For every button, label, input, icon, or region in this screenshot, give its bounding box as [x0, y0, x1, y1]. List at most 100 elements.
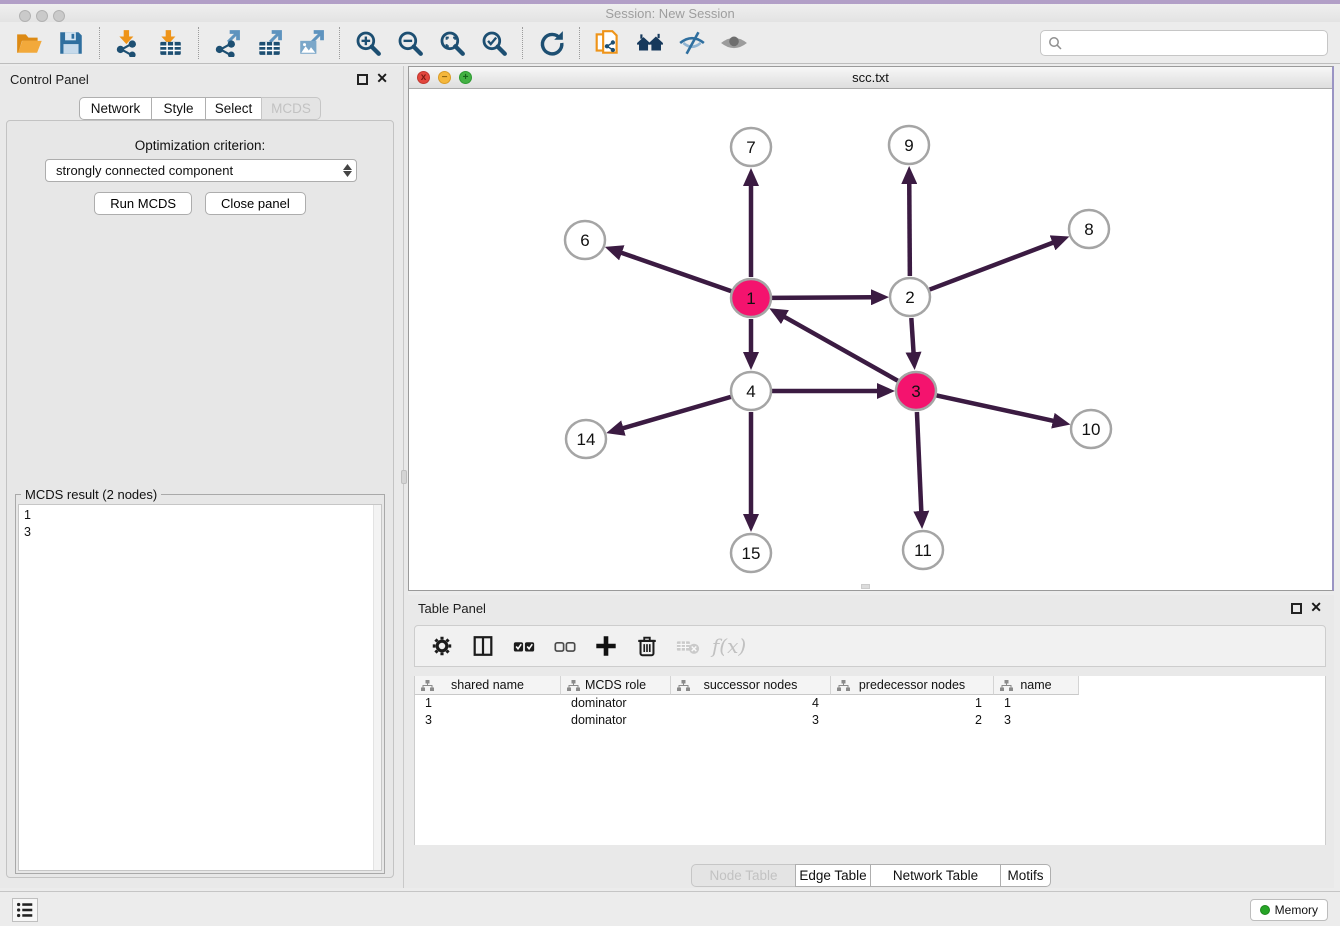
search-icon — [1048, 36, 1062, 50]
svg-text:6: 6 — [580, 231, 589, 250]
tab-network-table[interactable]: Network Table — [870, 864, 1001, 887]
search-input[interactable] — [1062, 31, 1327, 55]
svg-text:10: 10 — [1082, 420, 1101, 439]
table-cell[interactable]: dominator — [561, 712, 671, 729]
graph-edge-4-14[interactable] — [622, 397, 731, 429]
column-header-predecessor-nodes[interactable]: predecessor nodes — [831, 676, 994, 695]
zoom-selected-icon[interactable] — [479, 28, 509, 58]
graph-node-1[interactable]: 1 — [731, 279, 771, 317]
network-canvas[interactable]: 7 9 6 8 1 2 4 3 14 10 15 11 — [409, 89, 1332, 590]
table-cell[interactable]: 3 — [671, 712, 831, 729]
export-image-icon[interactable] — [296, 28, 326, 58]
column-header-shared-name[interactable]: shared name — [415, 676, 561, 695]
graph-node-11[interactable]: 11 — [903, 531, 943, 569]
mcds-result-text[interactable]: 1 3 — [18, 504, 382, 871]
show-panels-icon[interactable] — [719, 28, 749, 58]
graph-node-7[interactable]: 7 — [731, 128, 771, 166]
deselect-all-icon[interactable] — [552, 633, 578, 659]
show-columns-icon[interactable] — [470, 633, 496, 659]
graph-node-2[interactable]: 2 — [890, 278, 930, 316]
run-mcds-button[interactable]: Run MCDS — [94, 192, 192, 215]
sort-tree-icon — [837, 680, 850, 695]
table-cell[interactable]: 3 — [994, 712, 1079, 729]
column-header-MCDS-role[interactable]: MCDS role — [561, 676, 671, 695]
close-panel-button[interactable]: Close panel — [205, 192, 306, 215]
tab-network[interactable]: Network — [79, 97, 152, 120]
svg-text:9: 9 — [904, 136, 913, 155]
export-network-icon[interactable] — [212, 28, 242, 58]
search-box[interactable] — [1040, 30, 1328, 56]
graph-node-10[interactable]: 10 — [1071, 410, 1111, 448]
float-panel-icon[interactable] — [357, 74, 368, 85]
table-float-panel-icon[interactable] — [1291, 603, 1302, 614]
tab-node-table[interactable]: Node Table — [691, 864, 796, 887]
graph-edge-3-1[interactable] — [783, 316, 897, 381]
zoom-fit-icon[interactable] — [437, 28, 467, 58]
criterion-dropdown-value: strongly connected component — [46, 163, 338, 178]
select-all-icon[interactable] — [511, 633, 537, 659]
view-resize-grip[interactable] — [861, 584, 870, 589]
tab-mcds[interactable]: MCDS — [261, 97, 321, 120]
memory-button[interactable]: Memory — [1250, 899, 1328, 921]
table-row[interactable]: 1dominator411 — [415, 695, 1325, 712]
column-header-name[interactable]: name — [994, 676, 1079, 695]
graph-edge-1-2[interactable] — [772, 297, 873, 298]
graph-edge-3-10[interactable] — [937, 395, 1055, 421]
tab-edge-table[interactable]: Edge Table — [795, 864, 871, 887]
save-session-icon[interactable] — [56, 28, 86, 58]
zoom-in-icon[interactable] — [353, 28, 383, 58]
delete-row-icon[interactable] — [634, 633, 660, 659]
add-row-icon[interactable] — [593, 633, 619, 659]
tab-select[interactable]: Select — [205, 97, 262, 120]
table-close-panel-icon[interactable]: ✕ — [1310, 599, 1322, 616]
duplicate-network-icon[interactable] — [593, 28, 623, 58]
result-scrollbar[interactable] — [373, 505, 381, 870]
splitter-grip[interactable] — [401, 470, 407, 484]
network-graph[interactable]: 7 9 6 8 1 2 4 3 14 10 15 11 — [409, 89, 1332, 590]
table-header-row: shared nameMCDS rolesuccessor nodesprede… — [415, 676, 1325, 695]
column-header-successor-nodes[interactable]: successor nodes — [671, 676, 831, 695]
table-cell[interactable]: 1 — [415, 695, 561, 712]
graph-node-4[interactable]: 4 — [731, 372, 771, 410]
tab-style[interactable]: Style — [151, 97, 206, 120]
network-view-title: scc.txt — [409, 70, 1332, 85]
table-cell[interactable]: 3 — [415, 712, 561, 729]
graph-node-14[interactable]: 14 — [566, 420, 606, 458]
table-cell[interactable]: 2 — [831, 712, 994, 729]
svg-text:7: 7 — [746, 138, 755, 157]
graph-node-15[interactable]: 15 — [731, 534, 771, 572]
status-bar: Memory — [0, 891, 1340, 926]
graph-edge-2-9[interactable] — [909, 182, 910, 276]
table-row[interactable]: 3dominator323 — [415, 712, 1325, 729]
import-table-icon[interactable] — [155, 28, 185, 58]
panel-splitter[interactable] — [400, 66, 408, 888]
graph-edge-1-6[interactable] — [620, 252, 731, 291]
settings-icon[interactable] — [429, 633, 455, 659]
graph-edge-3-11[interactable] — [917, 412, 921, 513]
table-tabs: Node TableEdge TableNetwork TableMotifs — [408, 864, 1334, 887]
close-panel-icon[interactable]: ✕ — [376, 70, 388, 87]
graph-node-6[interactable]: 6 — [565, 221, 605, 259]
svg-text:14: 14 — [577, 430, 596, 449]
sort-tree-icon — [1000, 680, 1013, 695]
table-cell[interactable]: dominator — [561, 695, 671, 712]
criterion-dropdown[interactable]: strongly connected component — [45, 159, 357, 182]
open-session-icon[interactable] — [14, 28, 44, 58]
table-cell[interactable]: 1 — [831, 695, 994, 712]
graph-node-8[interactable]: 8 — [1069, 210, 1109, 248]
graph-edge-2-3[interactable] — [911, 318, 913, 354]
refresh-icon[interactable] — [536, 28, 566, 58]
table-cell[interactable]: 4 — [671, 695, 831, 712]
graph-node-9[interactable]: 9 — [889, 126, 929, 164]
table-cell[interactable]: 1 — [994, 695, 1079, 712]
graph-node-3[interactable]: 3 — [896, 372, 936, 410]
home-icon[interactable] — [635, 28, 665, 58]
memory-status-icon — [1260, 905, 1270, 915]
graph-edge-2-8[interactable] — [930, 242, 1055, 289]
tab-motifs[interactable]: Motifs — [1000, 864, 1051, 887]
export-table-icon[interactable] — [254, 28, 284, 58]
zoom-out-icon[interactable] — [395, 28, 425, 58]
task-history-button[interactable] — [12, 898, 38, 922]
import-network-icon[interactable] — [113, 28, 143, 58]
hide-panels-icon[interactable] — [677, 28, 707, 58]
